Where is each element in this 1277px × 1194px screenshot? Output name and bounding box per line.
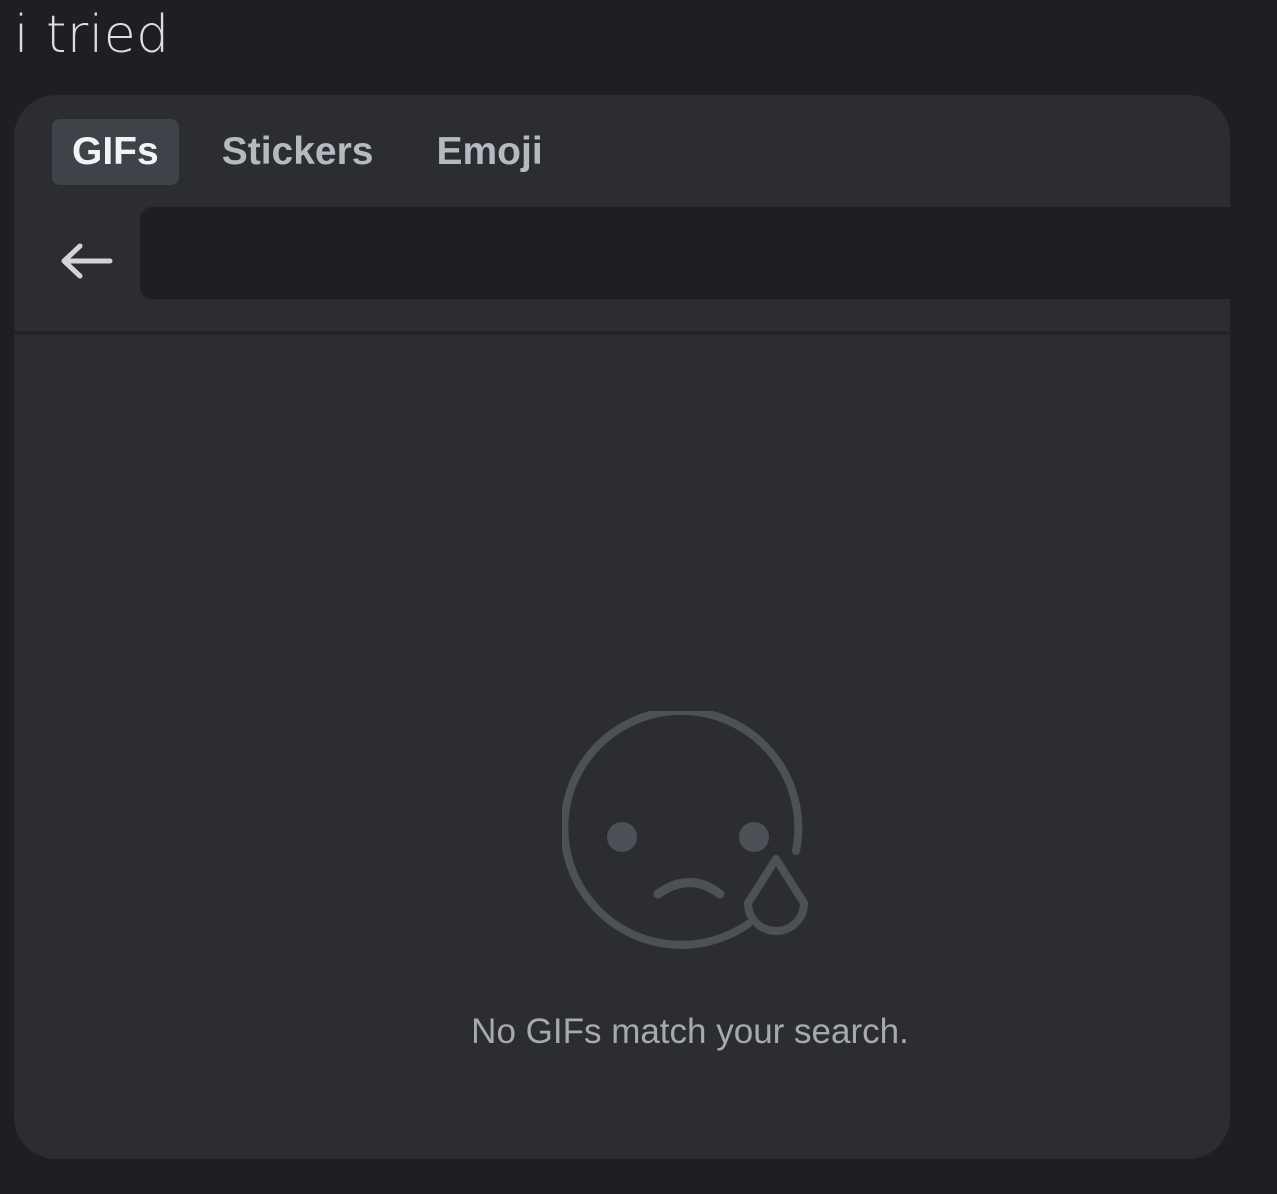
empty-state: No GIFs match your search. <box>14 335 1230 1159</box>
gif-search-input[interactable] <box>140 207 1230 299</box>
search-row <box>14 205 1230 329</box>
tab-emoji[interactable]: Emoji <box>416 119 562 185</box>
no-results-message: No GIFs match your search. <box>471 1012 909 1051</box>
back-button[interactable] <box>56 231 116 291</box>
picker-tabs: GIFs Stickers Emoji <box>52 119 586 185</box>
tab-gifs[interactable]: GIFs <box>52 119 179 185</box>
tab-stickers[interactable]: Stickers <box>202 119 394 185</box>
message-text: i tried <box>14 5 170 65</box>
sad-tear-face-icon <box>562 711 808 949</box>
gif-picker: GIFs Stickers Emoji No GIFs match your s… <box>14 95 1230 1159</box>
arrow-left-icon <box>61 243 113 279</box>
